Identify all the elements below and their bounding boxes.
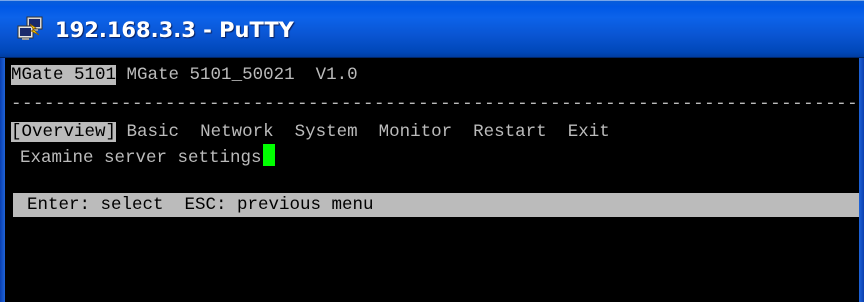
- putty-window: 192.168.3.3 - PuTTY MGate 5101 MGate 510…: [0, 0, 864, 302]
- menu-item-restart[interactable]: Restart: [473, 122, 547, 142]
- menu-description: Examine server settings: [20, 148, 262, 168]
- menu-item-overview[interactable]: [Overview]: [11, 122, 117, 142]
- status-bar: Enter: select ESC: previous menu: [13, 193, 859, 217]
- putty-icon[interactable]: [16, 15, 46, 45]
- title-bar[interactable]: 192.168.3.3 - PuTTY: [0, 0, 864, 58]
- window-frame-right: [859, 58, 864, 302]
- header-line: MGate 5101 MGate 5101_50021 V1.0: [11, 63, 358, 87]
- menu-item-monitor[interactable]: Monitor: [379, 122, 453, 142]
- description-line: Examine server settings: [20, 144, 275, 168]
- cursor-block: [262, 144, 275, 166]
- menu-item-basic[interactable]: Basic: [127, 122, 180, 142]
- separator-line: ----------------------------------------…: [11, 94, 859, 114]
- menu-item-system[interactable]: System: [295, 122, 358, 142]
- header-model: MGate 5101: [11, 65, 117, 85]
- menu-item-network[interactable]: Network: [200, 122, 274, 142]
- window-title: 192.168.3.3 - PuTTY: [55, 18, 294, 42]
- terminal-screen[interactable]: MGate 5101 MGate 5101_50021 V1.0 -------…: [5, 58, 859, 302]
- header-info: MGate 5101_50021 V1.0: [126, 65, 358, 85]
- menu-item-exit[interactable]: Exit: [568, 122, 610, 142]
- menu-bar: [Overview] Basic Network System Monitor …: [11, 120, 610, 144]
